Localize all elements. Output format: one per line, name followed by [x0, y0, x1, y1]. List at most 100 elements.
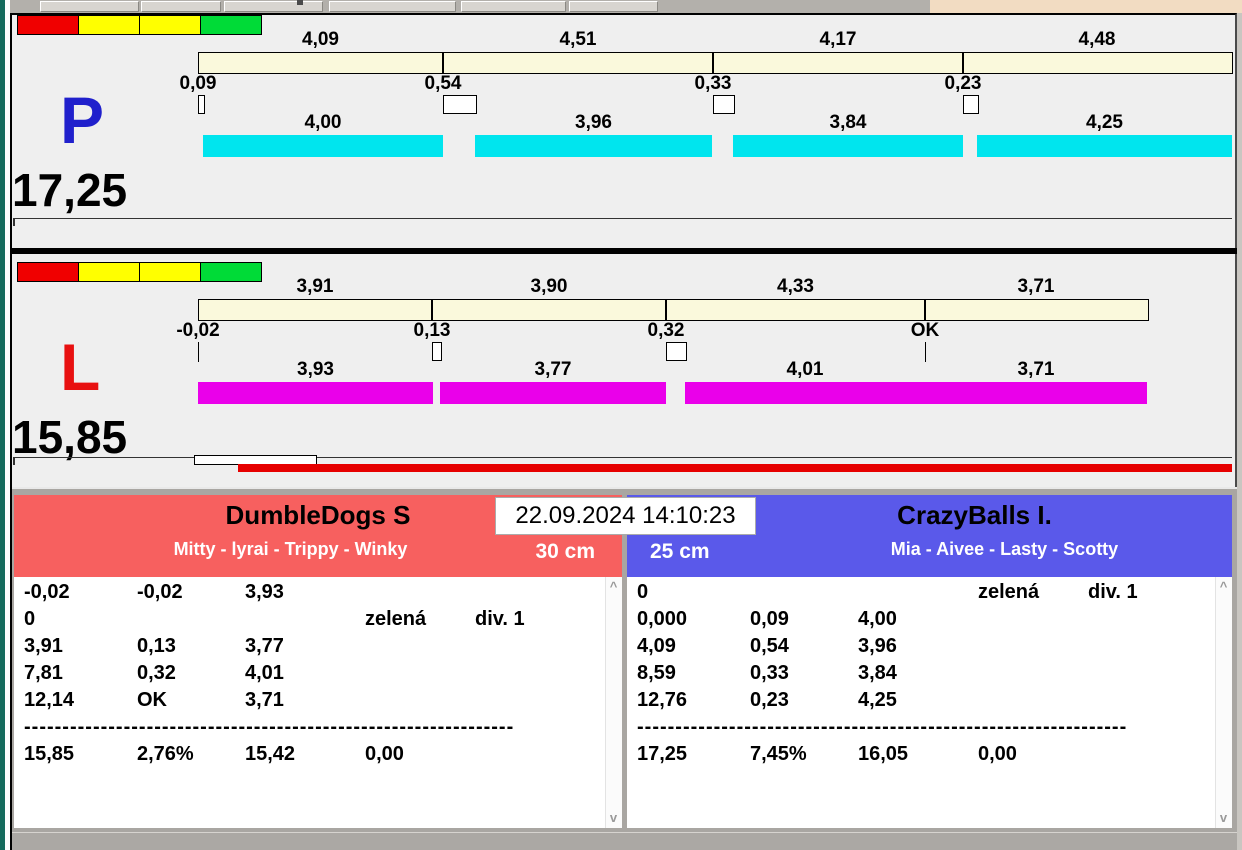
leg-time-label: 3,96 [475, 113, 712, 132]
scroll-down-arrow[interactable]: v [606, 810, 621, 826]
team-results-table-right: 0zelenádiv. 10,0000,094,004,090,543,968,… [627, 577, 1232, 828]
scroll-down-arrow[interactable]: v [1216, 810, 1231, 826]
progress-red-bar [238, 464, 1232, 472]
result-cell: 0,32 [137, 660, 176, 687]
result-cell: 4,09 [637, 633, 676, 660]
result-cell: 0,13 [137, 633, 176, 660]
result-cell: 3,77 [245, 633, 284, 660]
offset-label: 0,09 [153, 74, 243, 93]
split-time-label: 3,91 [198, 277, 432, 296]
result-row: 0,0000,094,00 [627, 606, 1216, 633]
toolbar-segment[interactable] [461, 1, 566, 12]
team-panel-right: CrazyBalls I. Mia - Aivee - Lasty - Scot… [627, 495, 1232, 828]
offset-box [443, 95, 477, 114]
separator-row: ----------------------------------------… [14, 714, 606, 741]
lane-letter: P [60, 87, 104, 153]
result-cell: 3,71 [245, 687, 284, 714]
scroll-up-arrow[interactable]: ^ [606, 579, 621, 595]
result-cell: 0,000 [637, 606, 687, 633]
scrollbar[interactable]: ^ v [1215, 577, 1232, 828]
run-p-baseline-tick [13, 218, 15, 226]
run-total-time: 17,25 [12, 167, 127, 213]
leg-bar [475, 135, 712, 157]
result-cell: zelená [365, 606, 426, 633]
result-cell: 0,23 [750, 687, 789, 714]
offset-label: OK [880, 321, 970, 340]
toolbar-segment[interactable] [329, 1, 456, 12]
timestamp: 22.09.2024 14:10:23 [495, 497, 756, 535]
summary-row: 15,852,76%15,420,00 [14, 741, 606, 768]
result-row: 12,760,234,25 [627, 687, 1216, 714]
result-cell: 0,33 [750, 660, 789, 687]
leg-bar [977, 135, 1232, 157]
result-row: 12,14OK3,71 [14, 687, 606, 714]
leg-time-label: 4,01 [685, 360, 925, 379]
summary-cell: 0,00 [978, 741, 1017, 768]
leg-bar [925, 382, 1147, 404]
background-toolbar [10, 0, 930, 14]
team-panel-left: DumbleDogs S Mitty - lyrai - Trippy - Wi… [14, 495, 622, 828]
toolbar-segment[interactable] [569, 1, 658, 12]
result-cell: 3,93 [245, 579, 284, 606]
run-total-time: 15,85 [12, 414, 127, 460]
result-row: 7,810,324,01 [14, 660, 606, 687]
result-cell: 0,54 [750, 633, 789, 660]
result-cell: 3,91 [24, 633, 63, 660]
split-tick [712, 52, 714, 74]
toolbar-segment[interactable] [40, 1, 139, 12]
offset-marker-line [925, 342, 926, 362]
summary-cell: 0,00 [365, 741, 404, 768]
split-time-label: 3,71 [925, 277, 1147, 296]
leg-time-label: 3,71 [925, 360, 1147, 379]
result-cell: div. 1 [1088, 579, 1138, 606]
split-tick [962, 52, 964, 74]
leg-bar [203, 135, 443, 157]
toolbar-segment[interactable] [141, 1, 221, 12]
summary-cell: 15,42 [245, 741, 295, 768]
offset-box [963, 95, 979, 114]
offset-label: 0,54 [398, 74, 488, 93]
split-time-label: 4,33 [666, 277, 925, 296]
result-row: 0zelenádiv. 1 [627, 579, 1216, 606]
leg-time-label: 3,84 [733, 113, 963, 132]
toolbar-notch [297, 0, 303, 5]
separator-row: ----------------------------------------… [627, 714, 1216, 741]
split-time-label: 4,09 [198, 30, 443, 49]
toolbar-segment[interactable] [224, 1, 323, 12]
jump-height-badge: 30 cm [535, 540, 595, 564]
lane-letter: L [60, 334, 100, 400]
offset-box [198, 95, 205, 114]
split-tick [924, 299, 926, 321]
offset-marker-line [198, 342, 199, 362]
offset-label: 0,32 [621, 321, 711, 340]
leg-time-label: 3,93 [198, 360, 433, 379]
result-cell: 8,59 [637, 660, 676, 687]
leg-bar [198, 382, 433, 404]
run-row-P: P17,254,090,094,004,510,543,964,170,333,… [0, 15, 1242, 175]
result-cell: 4,00 [858, 606, 897, 633]
start-light [17, 262, 79, 282]
result-cell: OK [137, 687, 167, 714]
leg-time-label: 4,00 [203, 113, 443, 132]
start-light [17, 15, 79, 35]
separator-dashes: ----------------------------------------… [24, 714, 514, 741]
result-cell: 3,84 [858, 660, 897, 687]
run-row-L: L15,853,91-0,023,933,900,133,774,330,324… [0, 262, 1242, 422]
leg-time-label: 4,25 [977, 113, 1232, 132]
summary-cell: 7,45% [750, 741, 807, 768]
split-time-label: 4,17 [713, 30, 963, 49]
scrollbar[interactable]: ^ v [605, 577, 622, 828]
result-cell: zelená [978, 579, 1039, 606]
team-dogs: Mitty - lyrai - Trippy - Winky [14, 531, 622, 560]
start-light [140, 262, 201, 282]
leg-time-label: 3,77 [440, 360, 666, 379]
split-time-label: 4,48 [963, 30, 1231, 49]
result-cell: -0,02 [24, 579, 70, 606]
result-cell: -0,02 [137, 579, 183, 606]
result-row: 8,59 0,33 3,84 [627, 660, 1216, 687]
result-row: 4,090,543,96 [627, 633, 1216, 660]
window-bottom-strip [12, 832, 1237, 850]
team-dogs: Mia - Aivee - Lasty - Scotty [627, 531, 1232, 560]
start-light [79, 262, 140, 282]
scroll-up-arrow[interactable]: ^ [1216, 579, 1231, 595]
